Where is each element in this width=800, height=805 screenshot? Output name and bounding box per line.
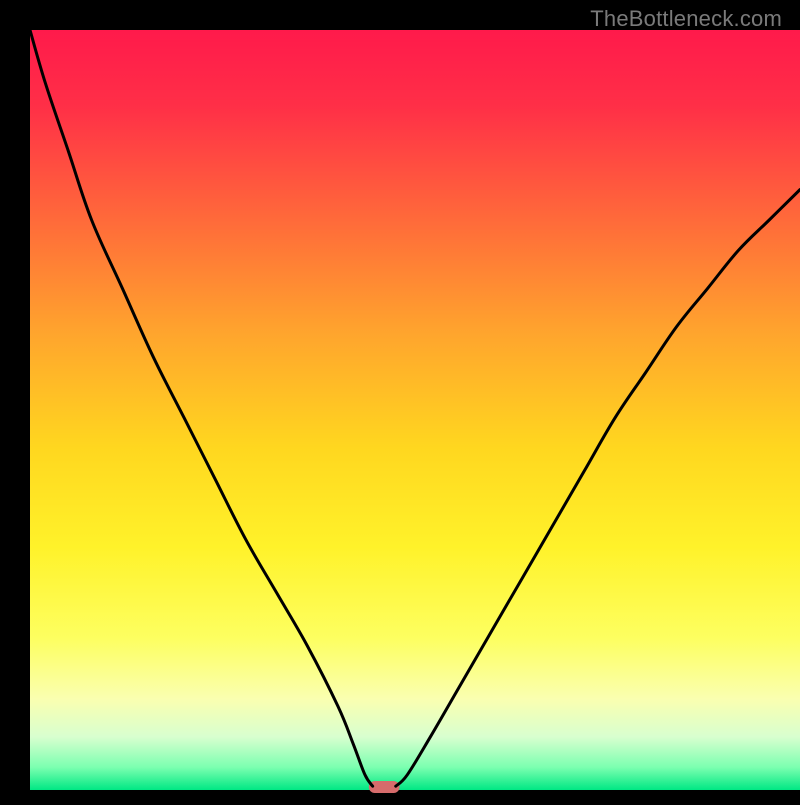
- watermark-text: TheBottleneck.com: [590, 6, 782, 32]
- plot-area: [30, 30, 800, 790]
- bottleneck-chart: [0, 0, 800, 800]
- chart-svg: [0, 0, 800, 800]
